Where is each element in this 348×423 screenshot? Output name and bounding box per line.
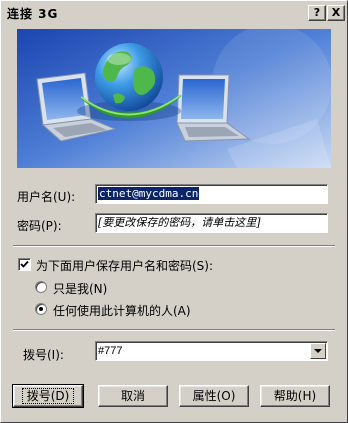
help-button[interactable]: 帮助(H) xyxy=(260,385,330,407)
radio-only-me[interactable] xyxy=(35,281,47,293)
dial-number-combo[interactable]: #777 xyxy=(95,341,328,361)
check-icon xyxy=(20,260,29,268)
save-credentials-label: 为下面用户保存用户名和密码(S): xyxy=(36,259,214,273)
connection-banner xyxy=(17,29,331,168)
cancel-button[interactable]: 取消 xyxy=(98,385,168,407)
network-illustration xyxy=(17,29,331,168)
title-bar[interactable]: 连接 3G ? X xyxy=(2,2,346,22)
separator xyxy=(13,245,335,247)
radio-only-me-label: 只是我(N) xyxy=(53,282,108,296)
password-value: [要更改保存的密码，请单击这里] xyxy=(98,216,261,229)
properties-button[interactable]: 属性(O) xyxy=(179,385,249,407)
dial-number-value: #777 xyxy=(98,345,123,357)
save-credentials-checkbox[interactable] xyxy=(18,258,31,271)
connect-dialog: 连接 3G ? X 用户名(U): ctnet@mycdma.cn 密码(P):… xyxy=(0,0,348,423)
radio-anyone-label: 任何使用此计算机的人(A) xyxy=(53,304,191,318)
dropdown-arrow-icon[interactable] xyxy=(310,343,326,359)
dial-label: 拨号(I): xyxy=(23,348,64,362)
username-label: 用户名(U): xyxy=(17,190,76,204)
close-icon[interactable]: X xyxy=(327,5,345,21)
dial-button[interactable]: 拨号(D) xyxy=(12,384,84,408)
username-field[interactable]: ctnet@mycdma.cn xyxy=(95,184,328,204)
username-value: ctnet@mycdma.cn xyxy=(98,187,200,200)
password-label: 密码(P): xyxy=(17,219,62,233)
separator xyxy=(13,329,335,331)
help-icon[interactable]: ? xyxy=(308,5,326,21)
window-title: 连接 3G xyxy=(7,7,59,21)
radio-anyone[interactable] xyxy=(35,303,47,315)
password-field[interactable]: [要更改保存的密码，请单击这里] xyxy=(95,213,328,233)
